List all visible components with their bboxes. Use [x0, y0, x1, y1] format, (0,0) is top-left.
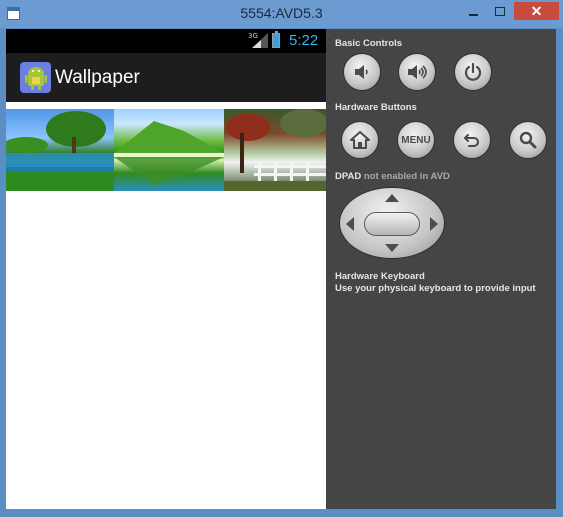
lake-trees-wallpaper[interactable] — [6, 109, 114, 191]
autumn-fence-wallpaper[interactable] — [224, 109, 326, 191]
dpad-left-icon[interactable] — [346, 217, 354, 231]
dpad-up-icon[interactable] — [385, 194, 399, 202]
dpad[interactable] — [339, 187, 445, 259]
control-panel: Basic Controls Hardware Buttons MENU DPA… — [326, 29, 556, 509]
maximize-button[interactable] — [487, 2, 513, 20]
status-bar: 3G 5:22 — [6, 29, 326, 53]
search-icon — [519, 131, 537, 149]
menu-button[interactable]: MENU — [397, 121, 435, 159]
battery-icon — [272, 31, 280, 48]
keyboard-title: Hardware Keyboard — [335, 271, 425, 282]
dpad-title: DPAD — [335, 171, 362, 182]
dpad-right-icon[interactable] — [430, 217, 438, 231]
back-button[interactable] — [453, 121, 491, 159]
power-icon — [464, 62, 482, 81]
android-app-icon[interactable] — [20, 62, 51, 93]
home-icon — [350, 131, 370, 149]
menu-button-label: MENU — [401, 134, 431, 146]
close-button[interactable]: ✕ — [514, 2, 559, 20]
device-screen[interactable]: 3G 5:22 Wallpaper — [6, 29, 326, 509]
dpad-center-button[interactable] — [364, 212, 420, 236]
action-bar: Wallpaper — [6, 53, 326, 102]
basic-controls-label: Basic Controls — [335, 38, 403, 49]
volume-up-icon — [408, 65, 427, 79]
wallpaper-gallery — [6, 102, 326, 509]
hardware-buttons-label: Hardware Buttons — [335, 102, 417, 113]
mountain-lake-wallpaper[interactable] — [114, 109, 224, 191]
dpad-down-icon[interactable] — [385, 244, 399, 252]
dpad-note: not enabled in AVD — [363, 171, 450, 182]
dpad-label: DPAD not enabled in AVD — [335, 171, 450, 182]
signal-icon — [252, 33, 268, 48]
keyboard-hint: Use your physical keyboard to provide in… — [335, 283, 536, 294]
power-button[interactable] — [454, 53, 492, 91]
window-title-bar[interactable]: 5554:AVD5.3 ✕ — [0, 0, 563, 28]
clock: 5:22 — [289, 32, 319, 49]
search-button[interactable] — [509, 121, 547, 159]
volume-down-button[interactable] — [343, 53, 381, 91]
back-icon — [463, 134, 479, 147]
volume-up-button[interactable] — [398, 53, 436, 91]
minimize-button[interactable] — [460, 2, 486, 20]
volume-down-icon — [355, 65, 368, 79]
app-title: Wallpaper — [55, 67, 140, 88]
home-button[interactable] — [341, 121, 379, 159]
